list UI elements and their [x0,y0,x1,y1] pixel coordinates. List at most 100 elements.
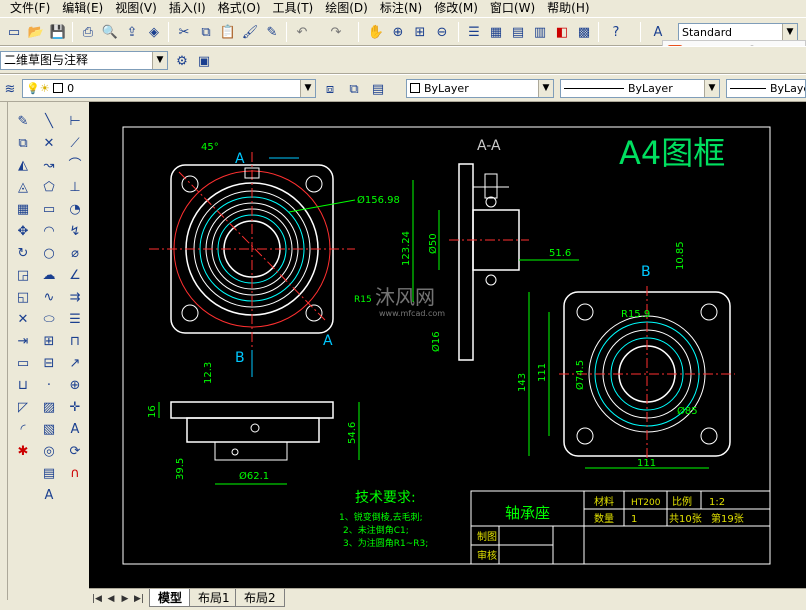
menu-draw[interactable]: 绘图(D) [319,0,374,17]
cut-icon[interactable]: ✂ [174,22,194,42]
rectangle-icon[interactable]: ▭ [39,200,59,220]
point-icon[interactable]: · [39,376,59,396]
region-icon[interactable]: ◎ [39,442,59,462]
save-icon[interactable]: 💾 [48,22,68,42]
print-icon[interactable]: ⎙ [78,22,98,42]
aligned-dim-icon[interactable]: ⟋ [65,134,85,154]
make-current-icon[interactable]: ⧈ [320,79,340,99]
table-icon[interactable]: ▤ [39,464,59,484]
paste-icon[interactable]: 📋 [218,22,238,42]
polygon-icon[interactable]: ⬠ [39,178,59,198]
chamfer-icon[interactable]: ◸ [13,398,33,418]
tolerance-icon[interactable]: ⊕ [65,376,85,396]
calculator-icon[interactable]: ▩ [574,22,594,42]
menu-edit[interactable]: 编辑(E) [56,0,109,17]
tool-palettes-icon[interactable]: ▤ [508,22,528,42]
scale-icon[interactable]: ◲ [13,266,33,286]
tab-first-icon[interactable]: |◀ [91,592,103,606]
zoom-realtime-icon[interactable]: ⊕ [388,22,408,42]
array-icon[interactable]: ▦ [13,200,33,220]
copy-object-icon[interactable]: ⧉ [13,134,33,154]
block-editor-icon[interactable]: ✎ [262,22,282,42]
erase-icon[interactable]: ✎ [13,112,33,132]
radius-dim-icon[interactable]: ◔ [65,200,85,220]
save-workspace-icon[interactable]: ▣ [194,51,214,71]
tab-prev-icon[interactable]: ◀ [105,592,117,606]
dim-edit-icon[interactable]: A [65,420,85,440]
layer-previous-icon[interactable]: ⧉ [344,79,364,99]
linear-dim-icon[interactable]: ⊢ [65,112,85,132]
construction-line-icon[interactable]: ✕ [39,134,59,154]
workspace-settings-icon[interactable]: ⚙ [172,51,192,71]
mtext-icon[interactable]: A [39,486,59,506]
magnet-icon[interactable]: ∩ [65,464,85,484]
menu-window[interactable]: 窗口(W) [484,0,541,17]
tab-last-icon[interactable]: ▶| [133,592,145,606]
tab-layout2[interactable]: 布局2 [235,589,285,607]
angular-dim-icon[interactable]: ∠ [65,266,85,286]
extend-icon[interactable]: ⇥ [13,332,33,352]
undo-icon[interactable]: ↶ [292,22,312,42]
menu-help[interactable]: 帮助(H) [541,0,595,17]
explode-icon[interactable]: ✱ [13,442,33,462]
arc-length-icon[interactable]: ⌒ [65,156,85,176]
spline-icon[interactable]: ∿ [39,288,59,308]
pan-icon[interactable]: ✋ [366,22,386,42]
color-select[interactable]: ByLayer ▼ [406,79,554,98]
menu-insert[interactable]: 插入(I) [163,0,212,17]
new-icon[interactable]: ▭ [4,22,24,42]
properties-icon[interactable]: ☰ [464,22,484,42]
redo-icon[interactable]: ↷ [326,22,346,42]
quick-dim-icon[interactable]: ⇉ [65,288,85,308]
continue-icon[interactable]: ⊓ [65,332,85,352]
rotate-icon[interactable]: ↻ [13,244,33,264]
insert-block-icon[interactable]: ⊞ [39,332,59,352]
menu-modify[interactable]: 修改(M) [428,0,484,17]
layer-state-icon[interactable]: ▤ [368,79,388,99]
arc-icon[interactable]: ◠ [39,222,59,242]
hatch-icon[interactable]: ▨ [39,398,59,418]
fillet-icon[interactable]: ◜ [13,420,33,440]
open-icon[interactable]: 📂 [26,22,46,42]
workspace-select[interactable]: 二维草图与注释 ▼ [0,51,168,70]
help-icon[interactable]: ? [606,22,626,42]
design-center-icon[interactable]: ▦ [486,22,506,42]
offset-icon[interactable]: ◬ [13,178,33,198]
menu-dimension[interactable]: 标注(N) [374,0,428,17]
make-block-icon[interactable]: ⊟ [39,354,59,374]
linetype-select[interactable]: ByLayer ▼ [560,79,720,98]
gradient-icon[interactable]: ▧ [39,420,59,440]
baseline-icon[interactable]: ☰ [65,310,85,330]
polyline-icon[interactable]: ↝ [39,156,59,176]
center-mark-icon[interactable]: ✛ [65,398,85,418]
preview-icon[interactable]: 🔍 [100,22,120,42]
menu-tools[interactable]: 工具(T) [267,0,320,17]
3d-dwf-icon[interactable]: ◈ [144,22,164,42]
tab-model[interactable]: 模型 [149,589,192,607]
markup-icon[interactable]: ◧ [552,22,572,42]
layer-select[interactable]: 💡☀ 0 ▼ [22,79,316,98]
diameter-dim-icon[interactable]: ⌀ [65,244,85,264]
join-icon[interactable]: ⊔ [13,376,33,396]
revcloud-icon[interactable]: ☁ [39,266,59,286]
zoom-window-icon[interactable]: ⊞ [410,22,430,42]
ellipse-icon[interactable]: ⬭ [39,310,59,330]
circle-icon[interactable]: ○ [39,244,59,264]
trim-icon[interactable]: ✕ [13,310,33,330]
menu-file[interactable]: 文件(F) [4,0,56,17]
ordinate-icon[interactable]: ⊥ [65,178,85,198]
line-icon[interactable]: ╲ [39,112,59,132]
dim-update-icon[interactable]: ⟳ [65,442,85,462]
layer-manager-icon[interactable]: ≋ [0,79,20,99]
lineweight-select[interactable]: ByLayer [726,79,806,98]
tab-next-icon[interactable]: ▶ [119,592,131,606]
jogged-icon[interactable]: ↯ [65,222,85,242]
drawing-canvas[interactable]: A4图框 45° A Ø156.98 R15 A B A-A 123.24 Ø5… [89,102,806,588]
sheet-set-icon[interactable]: ▥ [530,22,550,42]
tab-layout1[interactable]: 布局1 [189,589,239,607]
break-icon[interactable]: ▭ [13,354,33,374]
copy-icon[interactable]: ⧉ [196,22,216,42]
stretch-icon[interactable]: ◱ [13,288,33,308]
leader-icon[interactable]: ↗ [65,354,85,374]
mirror-icon[interactable]: ◭ [13,156,33,176]
